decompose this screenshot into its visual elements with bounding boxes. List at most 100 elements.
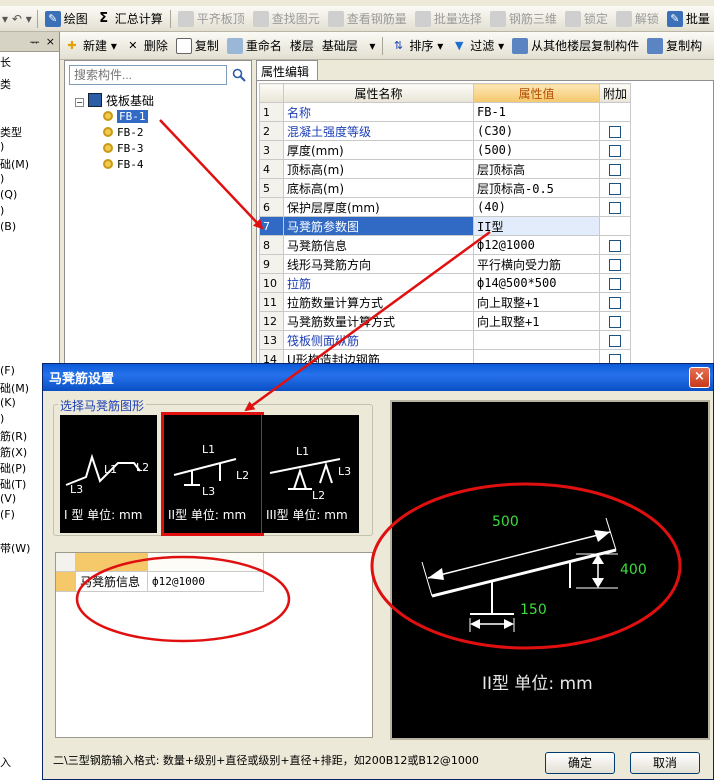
property-value[interactable]: (40): [473, 197, 600, 217]
table-row[interactable]: 7 马凳筋参数图 II型: [259, 216, 632, 236]
tree-node-fb3[interactable]: FB-3: [75, 141, 154, 157]
table-row[interactable]: 11 拉筋数量计算方式 向上取整+1: [259, 292, 632, 312]
summary-calc-button[interactable]: Σ 汇总计算: [92, 8, 167, 30]
new-button[interactable]: ✚ 新建 ▾: [60, 35, 121, 57]
close-button[interactable]: ×: [689, 367, 710, 388]
table-row[interactable]: 12 马凳筋数量计算方式 向上取整+1: [259, 311, 632, 331]
copy-button[interactable]: 复制: [172, 35, 223, 57]
delete-button[interactable]: ✕ 删除: [121, 35, 172, 57]
list-item[interactable]: (B): [0, 220, 16, 233]
list-item[interactable]: (Q): [0, 188, 17, 201]
rename-button[interactable]: 重命名: [223, 35, 286, 57]
shape-type-3[interactable]: L1 L3 L2 III型 单位: mm: [262, 415, 359, 533]
tree-node-fb1[interactable]: FB-1: [75, 109, 154, 125]
table-row[interactable]: 4 顶标高(m) 层顶标高: [259, 159, 632, 179]
extra-checkbox[interactable]: [609, 201, 621, 214]
extra-checkbox[interactable]: [609, 144, 621, 157]
find-element-button[interactable]: 查找图元: [249, 8, 324, 30]
row-number: 8: [259, 235, 284, 255]
list-item[interactable]: 带(W): [0, 540, 30, 556]
property-value[interactable]: ф14@500*500: [473, 273, 600, 293]
extra-checkbox[interactable]: [609, 315, 621, 328]
view-rebar-button[interactable]: 查看钢筋量: [324, 8, 411, 30]
list-item[interactable]: 长: [0, 54, 11, 70]
property-value[interactable]: ф12@1000: [473, 235, 600, 255]
property-value[interactable]: 层顶标高-0.5: [473, 178, 600, 198]
table-row[interactable]: 10 拉筋 ф14@500*500: [259, 273, 632, 293]
list-item[interactable]: ): [0, 204, 4, 217]
ok-button[interactable]: 确定: [545, 752, 615, 774]
property-value[interactable]: (500): [473, 140, 600, 160]
list-item[interactable]: 础(M): [0, 380, 29, 396]
property-value[interactable]: [473, 330, 600, 350]
extra-checkbox[interactable]: [609, 125, 621, 138]
cancel-button[interactable]: 取消: [630, 752, 700, 774]
tree-node-fb4[interactable]: FB-4: [75, 157, 154, 173]
list-item[interactable]: 础(T): [0, 476, 26, 492]
back-icon[interactable]: ▾ ↶ ▾: [0, 8, 34, 30]
batch-select-button[interactable]: 批量选择: [411, 8, 486, 30]
list-item[interactable]: ): [0, 412, 4, 425]
sort-button[interactable]: ⇅ 排序 ▾: [386, 35, 447, 57]
list-item[interactable]: ): [0, 172, 4, 185]
extra-checkbox[interactable]: [609, 334, 621, 347]
list-item[interactable]: 入: [0, 754, 11, 770]
property-value[interactable]: FB-1: [473, 102, 600, 122]
list-item[interactable]: (V): [0, 492, 16, 505]
table-row[interactable]: 2 混凝土强度等级 (C30): [259, 121, 632, 141]
property-value[interactable]: II型: [473, 216, 600, 236]
search-button[interactable]: [229, 65, 249, 85]
property-value[interactable]: 层顶标高: [473, 159, 600, 179]
extra-checkbox[interactable]: [609, 296, 621, 309]
batch-button[interactable]: ✎ 批量: [663, 8, 714, 30]
copy-to-button[interactable]: 复制构: [643, 35, 706, 57]
list-item[interactable]: 筋(X): [0, 444, 27, 460]
table-row[interactable]: 9 线形马凳筋方向 平行横向受力筋: [259, 254, 632, 274]
property-value[interactable]: 向上取整+1: [473, 311, 600, 331]
list-item[interactable]: 础(M): [0, 156, 29, 172]
list-item[interactable]: (F): [0, 508, 15, 521]
shape-type-1[interactable]: L1 L2 L3 I 型 单位: mm: [60, 415, 157, 533]
tree-node-root[interactable]: − 筏板基础: [75, 93, 154, 109]
property-value[interactable]: 平行横向受力筋: [473, 254, 600, 274]
property-value[interactable]: (C30): [473, 121, 600, 141]
list-item[interactable]: ): [0, 140, 4, 153]
rebar-3d-button[interactable]: 钢筋三维: [486, 8, 561, 30]
search-input[interactable]: [69, 65, 227, 85]
list-item[interactable]: (F): [0, 364, 15, 377]
lock-button[interactable]: 锁定: [561, 8, 612, 30]
close-icon[interactable]: ×: [46, 35, 55, 48]
list-item[interactable]: 筋(R): [0, 428, 27, 444]
tab-property-edit[interactable]: 属性编辑: [256, 60, 318, 80]
table-row[interactable]: 马凳筋信息 ф12@1000: [56, 572, 264, 592]
pin-icon[interactable]: ᅲ: [30, 34, 40, 50]
list-item[interactable]: (K): [0, 396, 16, 409]
list-item[interactable]: 础(P): [0, 460, 26, 476]
table-row[interactable]: 1 名称 FB-1: [259, 102, 632, 122]
unlock-button[interactable]: 解锁: [612, 8, 663, 30]
table-row[interactable]: 3 厚度(mm) (500): [259, 140, 632, 160]
shape-type-2[interactable]: L1 L2 L3 II型 单位: mm: [161, 412, 264, 536]
extra-checkbox[interactable]: [609, 239, 621, 252]
filter-button[interactable]: ▼ 过滤 ▾: [447, 35, 508, 57]
table-row[interactable]: 8 马凳筋信息 ф12@1000: [259, 235, 632, 255]
table-row[interactable]: 13 筏板侧面纵筋: [259, 330, 632, 350]
list-item[interactable]: 类: [0, 76, 11, 92]
table-row[interactable]: 6 保护层厚度(mm) (40): [259, 197, 632, 217]
extra-checkbox[interactable]: [609, 277, 621, 290]
info-value[interactable]: ф12@1000: [148, 572, 264, 592]
tree-node-fb2[interactable]: FB-2: [75, 125, 154, 141]
align-top-button[interactable]: 平齐板顶: [174, 8, 249, 30]
extra-checkbox[interactable]: [609, 182, 621, 195]
draw-button[interactable]: ✎ 绘图: [41, 8, 92, 30]
table-row[interactable]: 5 底标高(m) 层顶标高-0.5: [259, 178, 632, 198]
extra-checkbox[interactable]: [609, 258, 621, 271]
property-value[interactable]: 向上取整+1: [473, 292, 600, 312]
extra-checkbox[interactable]: [609, 163, 621, 176]
property-table: 属性名称 属性值 附加 1 名称 FB-1 2 混凝土强度等级 (C30) 3 厚度(mm)(…: [259, 83, 632, 369]
column-header-value: [148, 553, 264, 572]
collapse-icon[interactable]: −: [75, 98, 84, 107]
copy-from-floor-button[interactable]: 从其他楼层复制构件: [508, 35, 643, 57]
list-item[interactable]: 类型: [0, 124, 22, 140]
floor-select[interactable]: 基础层 ▾: [318, 35, 380, 57]
